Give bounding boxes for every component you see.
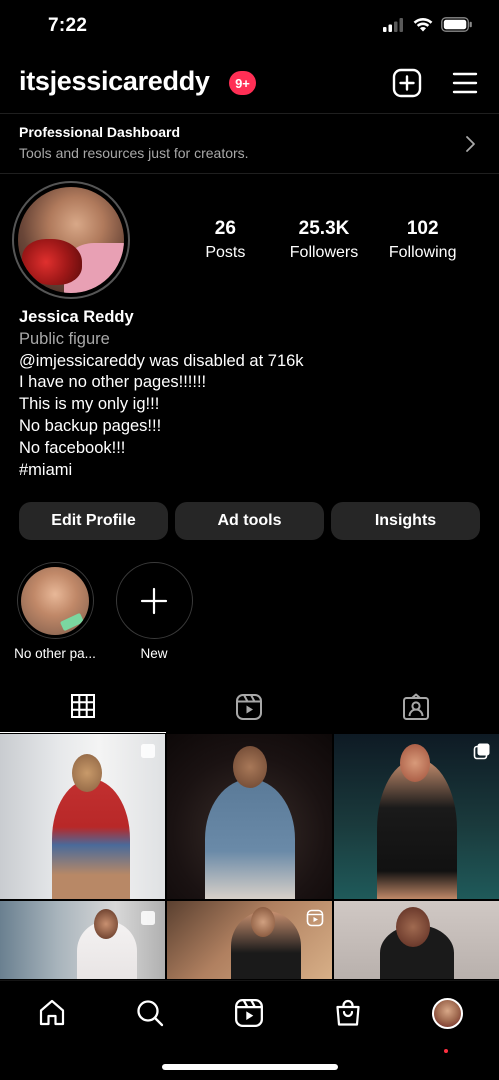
search-icon [137,1000,164,1027]
create-post-icon[interactable] [392,68,422,98]
grid-icon [71,694,96,718]
nav-home[interactable] [35,996,69,1030]
avatar-image [18,187,124,293]
profile-category: Public figure [19,329,110,348]
posts-grid [0,734,499,979]
status-bar: 7:22 [0,0,499,54]
status-time: 7:22 [48,15,88,36]
highlight-label: New [140,646,168,661]
stat-posts[interactable]: 26 Posts [176,218,275,262]
carousel-icon [141,911,155,925]
highlight-item[interactable]: No other pa... [10,562,100,661]
stat-value: 26 [214,218,236,239]
profile-avatar [431,997,463,1029]
dashboard-title: Professional Dashboard [19,124,181,140]
reel-badge-icon [306,909,324,927]
carousel-icon [473,743,490,760]
new-highlight-button[interactable]: New [109,562,199,661]
profile-header: itsjessicareddy 9+ [0,62,499,106]
home-indicator [162,1064,338,1070]
tab-posts-grid[interactable] [0,687,167,733]
bio-hashtag[interactable]: #miami [19,460,479,482]
profile-tabs [0,687,499,733]
home-icon [39,999,65,1026]
status-icons [383,17,473,32]
highlight-ring [115,562,193,639]
cellular-signal-icon [383,17,403,32]
professional-dashboard[interactable]: Professional Dashboard Tools and resourc… [0,113,499,174]
stat-followers[interactable]: 25.3K Followers [275,218,374,262]
post-thumbnail[interactable] [0,734,165,899]
nav-reels[interactable] [232,996,266,1030]
wifi-icon [413,17,433,32]
carousel-icon [141,744,155,758]
post-thumbnail[interactable] [334,734,499,899]
bio-line: I have no other pages!!!!!! [19,373,207,392]
stat-value: 102 [406,218,439,239]
tab-tagged[interactable] [333,687,499,733]
highlight-ring [16,562,94,639]
notification-dot [444,1049,448,1053]
highlight-label: No other pa... [14,646,96,661]
bio-line: No backup pages!!! [19,416,162,435]
username[interactable]: itsjessicareddy [19,66,210,97]
highlight-cover [21,566,89,635]
stat-value: 25.3K [298,218,350,239]
nav-shop[interactable] [331,996,365,1030]
nav-search[interactable] [133,996,167,1030]
nav-profile[interactable] [430,996,464,1030]
bio-line: This is my only ig!!! [19,395,160,414]
bio-line[interactable]: @imjessicareddy was disabled at 716k [19,351,479,373]
story-highlights: No other pa... New [0,562,499,662]
reels-icon [236,694,263,720]
stat-label: Following [388,244,457,261]
post-thumbnail[interactable] [334,901,499,979]
display-name: Jessica Reddy [19,308,134,326]
reels-icon [235,999,263,1027]
notification-badge[interactable]: 9+ [229,71,256,95]
plus-icon [140,587,168,614]
post-thumbnail[interactable] [167,734,332,899]
ad-tools-button[interactable]: Ad tools [175,502,324,540]
shop-icon [336,999,360,1026]
profile-bio: Jessica Reddy Public figure @imjessicare… [19,307,479,481]
menu-icon[interactable] [452,70,478,96]
battery-icon [441,17,472,32]
edit-profile-button[interactable]: Edit Profile [19,502,168,540]
insights-button[interactable]: Insights [331,502,480,540]
stat-label: Posts [205,244,246,261]
avatar-roses-shape [22,239,82,285]
bio-line: No facebook!!! [19,438,126,457]
stat-label: Followers [289,244,359,261]
post-thumbnail[interactable] [0,901,165,979]
post-thumbnail[interactable] [167,901,332,979]
tagged-icon [402,693,429,720]
profile-avatar[interactable] [12,181,130,299]
dashboard-subtitle: Tools and resources just for creators. [19,145,249,161]
tab-reels[interactable] [166,687,332,733]
profile-actions: Edit Profile Ad tools Insights [19,502,480,540]
profile-stats: 26 Posts 25.3K Followers 102 Following [176,218,472,262]
stat-following[interactable]: 102 Following [373,218,472,262]
chevron-right-icon [466,136,475,152]
